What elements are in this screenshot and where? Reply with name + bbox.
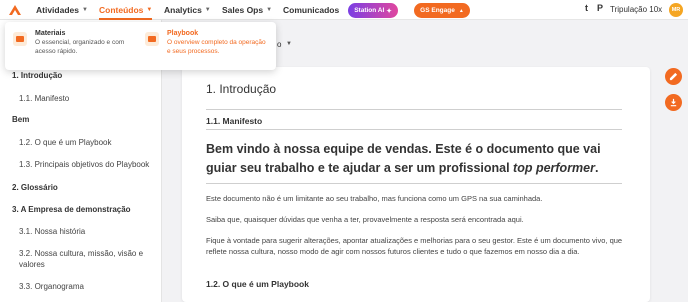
sidebar-item-nossa-historia[interactable]: 3.1. Nossa história <box>19 226 85 237</box>
download-icon <box>670 98 677 107</box>
edit-button[interactable] <box>665 68 682 85</box>
chevron-down-icon[interactable]: ▼ <box>286 41 292 47</box>
t-icon[interactable]: t <box>585 3 588 13</box>
lead-end: . <box>594 161 599 175</box>
avatar-initials: MR <box>671 7 681 13</box>
nav-conteudos[interactable]: Conteúdos ▼ <box>99 0 153 20</box>
sidebar-item-objetivos-playbook[interactable]: 1.3. Principais objetivos do Playbook <box>19 159 149 170</box>
playbook-content-card: 1. Introdução 1.1. Manifesto Bem vindo à… <box>182 67 650 302</box>
team-name[interactable]: Tripulação 10x <box>610 5 662 14</box>
sidebar-item-empresa-demonstracao[interactable]: 3. A Empresa de demonstração <box>12 204 131 215</box>
sidebar-item-glossario[interactable]: 2. Glossário <box>12 182 58 193</box>
breadcrumb[interactable]: o <box>277 40 281 49</box>
sidebar-item-nossa-cultura[interactable]: 3.2. Nossa cultura, missão, visão e valo… <box>19 248 147 270</box>
sidebar-item-introducao[interactable]: 1. Introdução <box>12 70 62 81</box>
conteudos-dropdown-menu: Materiais O essencial, organizado e com … <box>5 22 276 70</box>
station-ai-button[interactable]: Station AI ✦ <box>348 3 398 18</box>
divider <box>206 109 622 110</box>
nav-comunicados[interactable]: Comunicados <box>283 0 339 20</box>
top-navbar: Atividades ▼ Conteúdos ▼ Analytics ▼ Sal… <box>0 0 688 20</box>
pencil-icon <box>669 72 678 81</box>
paragraph: Fique à vontade para sugerir alterações,… <box>206 236 623 256</box>
nav-sales-ops-label: Sales Ops <box>222 5 264 15</box>
sidebar-item-o-que-e-playbook[interactable]: 1.2. O que é um Playbook <box>19 137 112 148</box>
divider <box>206 129 622 130</box>
nav-atividades-label: Atividades <box>36 5 79 15</box>
folder-icon <box>13 32 27 46</box>
brand-logo-icon[interactable] <box>8 3 22 17</box>
sidebar-item-organograma[interactable]: 3.3. Organograma <box>19 281 84 292</box>
sidebar-item-bem[interactable]: Bem <box>12 114 29 125</box>
section-heading: 1. Introdução <box>206 82 277 96</box>
nav-conteudos-label: Conteúdos <box>99 5 144 15</box>
nav-analytics[interactable]: Analytics ▼ <box>164 0 211 20</box>
dropdown-option-description: O overview completo da operação e seus p… <box>167 39 266 55</box>
p-icon[interactable]: P <box>597 3 603 13</box>
dropdown-option-title: Materiais <box>35 30 66 37</box>
nav-analytics-label: Analytics <box>164 5 202 15</box>
chevron-down-icon: ▼ <box>266 7 273 13</box>
chevron-down-icon: ▼ <box>204 7 211 13</box>
sparkle-icon: ✦ <box>386 7 392 15</box>
book-icon <box>145 32 159 46</box>
subsection-heading: 1.1. Manifesto <box>206 116 263 126</box>
gs-engage-button[interactable]: GS Engage ▲ <box>414 3 470 18</box>
lead-paragraph: Bem vindo à nossa equipe de vendas. Este… <box>206 140 624 178</box>
paragraph: Este documento não é um limitante ao seu… <box>206 194 543 203</box>
nav-atividades[interactable]: Atividades ▼ <box>36 0 88 20</box>
nav-comunicados-label: Comunicados <box>283 5 340 15</box>
subsection-heading: 1.2. O que é um Playbook <box>206 279 309 289</box>
sidebar-item-manifesto[interactable]: 1.1. Manifesto <box>19 93 69 104</box>
avatar[interactable]: MR <box>669 3 683 17</box>
dropdown-option-description: O essencial, organizado e com acesso ráp… <box>35 39 125 55</box>
nav-sales-ops[interactable]: Sales Ops ▼ <box>222 0 272 20</box>
paragraph: Saiba que, quaisquer dúvidas que venha a… <box>206 215 524 224</box>
chevron-up-icon: ▲ <box>458 7 464 14</box>
dropdown-option-title: Playbook <box>167 30 199 37</box>
lead-emphasis: top performer <box>513 161 595 175</box>
chevron-down-icon: ▼ <box>146 7 153 13</box>
gs-engage-label: GS Engage <box>420 7 455 14</box>
divider <box>206 183 622 184</box>
station-ai-label: Station AI <box>354 7 385 14</box>
chevron-down-icon: ▼ <box>82 7 88 13</box>
download-button[interactable] <box>665 94 682 111</box>
